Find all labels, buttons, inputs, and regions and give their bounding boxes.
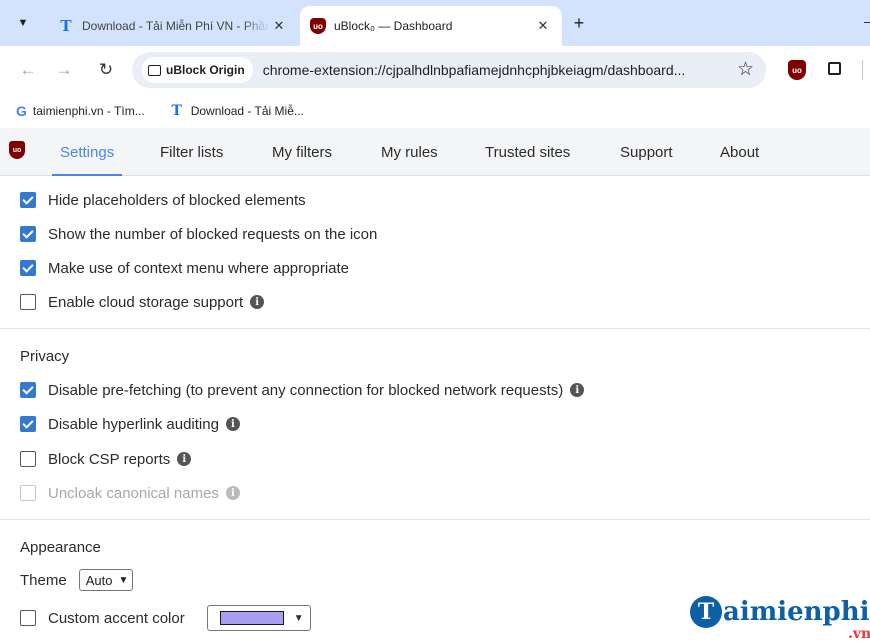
url-text[interactable]: chrome-extension://cjpalhdlnbpafiamejdnh… (263, 62, 737, 78)
tab-settings[interactable]: Settings (51, 128, 123, 176)
section-divider (0, 328, 870, 329)
theme-value: Auto (85, 572, 113, 588)
extension-origin-chip[interactable]: uBlock Origin (142, 57, 253, 83)
setting-label: Custom accent color (48, 609, 185, 627)
watermark-logo: T (690, 596, 722, 628)
arrow-right-icon: → (55, 60, 73, 79)
puzzle-icon (827, 61, 841, 75)
setting-show-blocked-count[interactable]: Show the number of blocked requests on t… (20, 223, 377, 245)
reload-icon: ↻ (98, 60, 114, 79)
forward-button[interactable]: → (50, 56, 78, 84)
setting-disable-hyperlink-auditing[interactable]: Disable hyperlink auditing i (20, 413, 240, 435)
checkbox[interactable] (20, 451, 36, 467)
extension-icon (148, 64, 161, 76)
toolbar-divider (862, 60, 863, 80)
google-g-icon: G (16, 103, 27, 119)
checkbox[interactable] (20, 226, 36, 242)
ublock-extension-button[interactable]: uo (788, 60, 806, 80)
checkbox[interactable] (20, 294, 36, 310)
info-icon[interactable]: i (225, 417, 240, 431)
setting-label: Disable pre-fetching (to prevent any con… (48, 381, 564, 399)
tab-about[interactable]: About (720, 128, 759, 176)
logo-glyph: uo (12, 146, 22, 154)
tab-trusted-sites[interactable]: Trusted sites (485, 128, 570, 176)
checkbox[interactable] (20, 192, 36, 208)
new-tab-button[interactable]: + (566, 10, 592, 36)
chevron-down-icon: ▼ (293, 612, 304, 624)
setting-label: Uncloak canonical names (48, 484, 219, 502)
ublock-icon: uo (310, 18, 326, 34)
back-button[interactable]: ← (14, 56, 42, 84)
setting-label: Hide placeholders of blocked elements (48, 191, 306, 209)
bookmarks-bar: G taimienphi.vn - Tìm... T Download - Tả… (0, 94, 870, 128)
setting-context-menu[interactable]: Make use of context menu where appropria… (20, 257, 349, 279)
checkbox[interactable] (20, 260, 36, 276)
browser-toolbar: ← → ↻ uBlock Origin chrome-extension://c… (0, 46, 870, 94)
chevron-down-icon: ▼ (17, 17, 29, 29)
setting-hide-placeholders[interactable]: Hide placeholders of blocked elements (20, 189, 306, 211)
setting-uncloak-canonical-names: Uncloak canonical names i (20, 482, 240, 504)
section-title-appearance: Appearance (20, 539, 101, 556)
section-divider (0, 519, 870, 520)
tab-my-filters[interactable]: My filters (272, 128, 332, 176)
minimize-icon[interactable] (858, 14, 870, 23)
plus-icon: + (573, 12, 585, 33)
taimienphi-t-icon: T (171, 103, 182, 119)
reload-button[interactable]: ↻ (92, 56, 120, 84)
section-title-privacy: Privacy (20, 348, 70, 365)
address-bar[interactable]: uBlock Origin chrome-extension://cjpalhd… (132, 52, 766, 88)
setting-label: Show the number of blocked requests on t… (48, 225, 378, 243)
dashboard-nav: uo Settings Filter lists My filters My r… (0, 128, 870, 176)
checkbox[interactable] (20, 610, 36, 626)
setting-label: Enable cloud storage support (48, 293, 244, 311)
checkbox[interactable] (20, 416, 36, 432)
setting-cloud-storage[interactable]: Enable cloud storage support i (20, 291, 265, 313)
tab-search-button[interactable]: ▼ (10, 10, 36, 36)
setting-custom-accent-color[interactable]: Custom accent color ▼ (20, 605, 311, 631)
tab-title: Download - Tải Miễn Phí VN - Phần mềm (82, 19, 270, 33)
tab-strip: ▼ T Download - Tải Miễn Phí VN - Phần mề… (0, 0, 870, 46)
setting-label: Block CSP reports (48, 450, 171, 468)
browser-tab-dashboard[interactable]: uo uBlock₀ — Dashboard ✕ (300, 6, 562, 46)
bookmark-star-icon[interactable]: ☆ (737, 58, 754, 81)
tab-filter-lists[interactable]: Filter lists (160, 128, 223, 176)
tab-my-rules[interactable]: My rules (381, 128, 438, 176)
info-icon[interactable]: i (225, 486, 240, 500)
taimienphi-t-icon: T (60, 17, 72, 35)
ublock-icon: uo (792, 65, 802, 75)
bookmark-label: taimienphi.vn - Tìm... (32, 104, 145, 118)
extensions-menu-button[interactable] (824, 58, 844, 78)
bookmark-label: Download - Tải Miễ... (190, 104, 304, 118)
arrow-left-icon: ← (19, 60, 37, 79)
info-icon[interactable]: i (570, 383, 585, 397)
info-icon[interactable]: i (177, 452, 192, 466)
settings-pane: Hide placeholders of blocked elements Sh… (0, 176, 870, 641)
accent-color-picker[interactable]: ▼ (206, 605, 311, 631)
chip-label: uBlock Origin (166, 63, 245, 77)
tab-support[interactable]: Support (620, 128, 673, 176)
color-swatch (219, 611, 284, 625)
setting-theme: Theme Auto ▼ (20, 569, 134, 591)
setting-label: Make use of context menu where appropria… (48, 259, 350, 277)
checkbox (20, 485, 36, 501)
chevron-down-icon: ▼ (118, 574, 129, 586)
close-icon[interactable]: ✕ (270, 18, 288, 34)
info-icon[interactable]: i (250, 295, 265, 309)
browser-tab-download[interactable]: T Download - Tải Miễn Phí VN - Phần mềm … (48, 6, 298, 46)
theme-label: Theme (20, 571, 67, 589)
theme-select[interactable]: Auto ▼ (78, 569, 134, 591)
checkbox[interactable] (20, 382, 36, 398)
tab-title: uBlock₀ — Dashboard (334, 19, 453, 33)
taimienphi-watermark: T aimienphi .vn (690, 596, 870, 641)
watermark-suffix: .vn (848, 626, 870, 641)
ublock-logo-icon: uo (9, 141, 25, 159)
setting-disable-prefetching[interactable]: Disable pre-fetching (to prevent any con… (20, 379, 585, 401)
setting-block-csp-reports[interactable]: Block CSP reports i (20, 448, 192, 470)
close-icon[interactable]: ✕ (534, 18, 552, 34)
bookmark-item[interactable]: T Download - Tải Miễ... (169, 99, 304, 123)
watermark-text: aimienphi (723, 597, 870, 627)
bookmark-item[interactable]: G taimienphi.vn - Tìm... (16, 99, 145, 123)
setting-label: Disable hyperlink auditing (48, 415, 219, 433)
